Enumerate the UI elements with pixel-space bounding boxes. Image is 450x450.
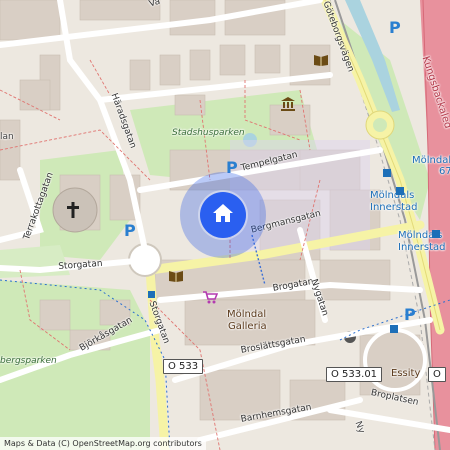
place-label-molndal-galleria-2: Galleria [228,321,267,332]
parking-icon[interactable]: P [404,305,416,324]
home-location-marker[interactable] [180,172,266,258]
transit-label-innerstad-2b: Innerstad [398,242,446,253]
parking-icon[interactable]: P [124,221,136,240]
map-attribution: Maps & Data (C) OpenStreetMap.org contri… [0,437,206,450]
tram-stop-icon[interactable] [390,318,398,337]
transit-label-innerstad-1a: Mölndals [370,190,415,201]
place-label-essity: Essity [391,368,421,379]
tram-stop-icon[interactable] [432,223,440,242]
transit-label-innerstad-1b: Innerstad [370,202,418,213]
tram-stop-icon[interactable] [383,162,391,181]
transit-label-molndal: Mölndal [412,155,450,166]
shopping-cart-icon[interactable] [202,289,219,308]
tram-stop-icon[interactable] [396,180,404,199]
park-label-stadshusparken: Stadshusparken [172,128,245,138]
street-label-left-stub: lan [0,132,14,142]
parking-icon[interactable]: P [389,18,401,37]
place-label-molndal-galleria-1: Mölndal [227,309,267,320]
transit-label-molndal-number: 67 [439,166,450,177]
road-shield-o-right: O [428,367,446,382]
road-shield-o533: O 533 [163,359,204,374]
home-icon [212,202,234,228]
church-icon[interactable] [64,201,82,223]
map-view[interactable]: Va Göteborgsvägen Häradsgatan Tempelgata… [0,0,450,450]
road-shield-o53301: O 533.01 [326,367,383,382]
library-icon[interactable] [313,52,329,71]
tram-stop-icon[interactable] [148,283,155,302]
park-label-bergsparken: bergsparken [0,356,57,366]
home-marker-inner[interactable] [200,192,246,238]
library-icon[interactable] [168,268,184,287]
museum-icon[interactable] [280,96,296,116]
